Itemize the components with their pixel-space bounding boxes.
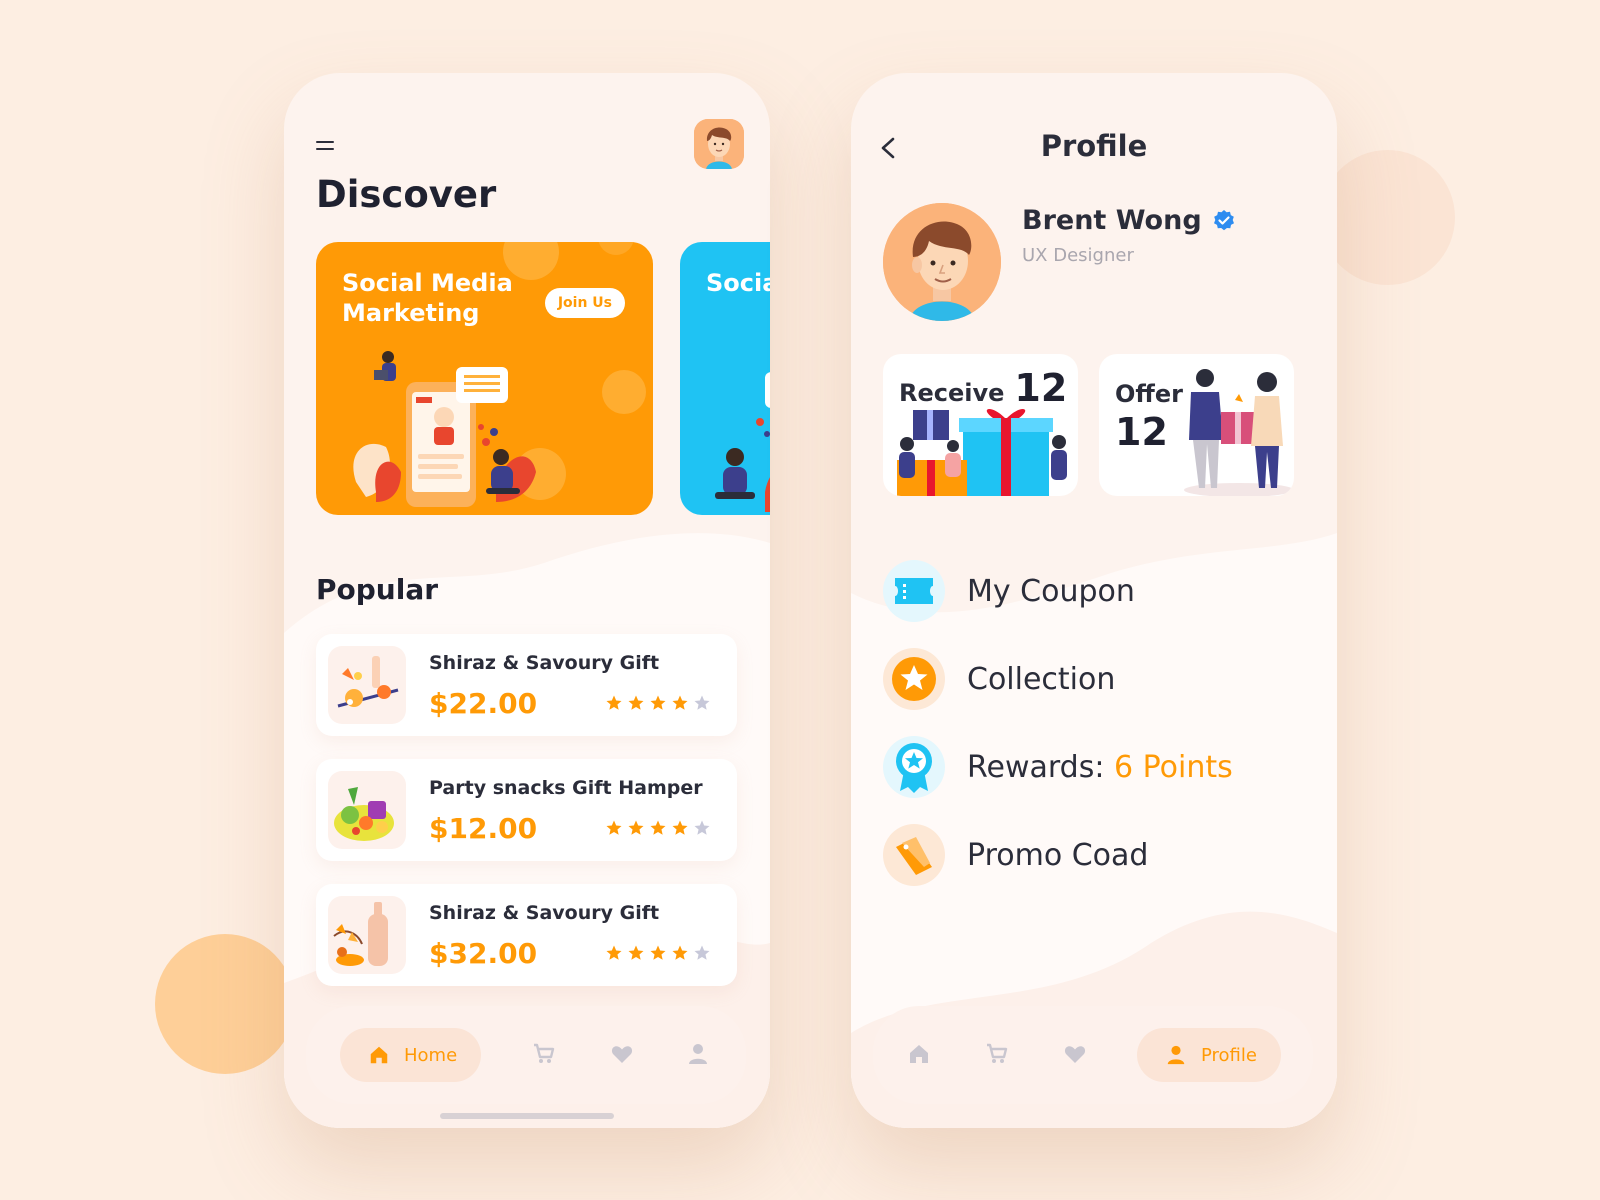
gift-offer-illustration [1184,369,1294,496]
decorative-circle-orange [155,934,295,1074]
decorative-circle-pink [1320,150,1455,285]
user-icon [1167,1045,1185,1065]
profile-screen: Profile Brent Wong UX Designer Receive 1… [851,73,1337,1128]
star-icon [672,820,688,835]
star-icon [650,695,666,710]
receive-stat-card[interactable]: Receive 12 [883,354,1078,496]
rating-stars [605,819,711,837]
rating-stars [605,944,711,962]
offer-value: 12 [1115,410,1168,454]
verified-badge-icon [1213,209,1234,230]
item-name: Shiraz & Savoury Gift [429,902,660,924]
menu-item-collection[interactable]: Collection [883,648,1115,710]
star-icon [606,820,622,835]
star-icon [694,945,710,960]
menu-item-rewards[interactable]: Rewards: 6 Points [883,736,1233,798]
menu-label-promo: Promo Coad [967,837,1149,873]
item-price: $12.00 [429,812,538,845]
rewards-points-value: 6 Points [1114,749,1233,785]
product-thumbnail [328,771,406,849]
list-item[interactable]: Shiraz & Savoury Gift $32.00 [316,884,737,986]
gift-receive-illustration [897,408,1067,496]
home-indicator [440,1113,614,1119]
banner-title: Social Media Marketing [706,269,770,297]
user-icon[interactable] [686,1042,710,1066]
rewards-label: Rewards: [967,749,1105,785]
coupon-icon [883,560,945,622]
hamburger-menu-icon[interactable] [316,139,338,153]
heart-icon[interactable] [1063,1042,1087,1066]
star-icon [672,945,688,960]
star-badge-icon [883,648,945,710]
profile-name: Brent Wong [1022,205,1236,236]
menu-label-coupon: My Coupon [967,573,1135,609]
item-name: Shiraz & Savoury Gift [429,652,660,674]
profile-role: UX Designer [1022,245,1134,266]
item-price: $32.00 [429,937,538,970]
menu-item-my-coupon[interactable]: My Coupon [883,560,1135,622]
offer-stat: Offer 12 [1115,380,1183,454]
rating-stars [605,694,711,712]
price-tag-icon [883,824,945,886]
offer-label: Offer [1115,380,1183,408]
list-item[interactable]: Party snacks Gift Hamper $12.00 [316,759,737,861]
nav-item-home[interactable]: Home [340,1028,482,1082]
section-title-popular: Popular [316,573,439,606]
menu-label-rewards: Rewards: 6 Points [967,750,1233,785]
page-title: Profile [1040,129,1148,163]
banner-card-orange[interactable]: Social Media Marketing Join Us [316,242,653,515]
bottom-nav: Profile [873,1006,1313,1104]
nav-item-profile[interactable]: Profile [1137,1028,1281,1082]
product-thumbnail [328,646,406,724]
star-icon [650,945,666,960]
cart-icon[interactable] [985,1042,1009,1066]
bottom-nav: Home [306,1006,746,1104]
nav-label-profile: Profile [1201,1044,1257,1066]
page-title: Discover [316,173,497,216]
offer-stat-card[interactable]: Offer 12 [1099,354,1294,496]
reward-ribbon-icon [883,736,945,798]
star-icon [628,820,644,835]
star-icon [606,695,622,710]
receive-label: Receive [899,379,1005,407]
heart-icon[interactable] [610,1042,634,1066]
avatar[interactable] [694,119,744,169]
menu-label-collection: Collection [967,661,1116,697]
item-price: $22.00 [429,687,538,720]
star-icon [628,945,644,960]
product-thumbnail [328,896,406,974]
home-icon [370,1046,388,1064]
social-media-illustration [353,351,536,507]
banner-card-blue[interactable]: Social Media Marketing [680,242,770,515]
star-icon [694,695,710,710]
star-icon [672,695,688,710]
banner-title: Social Media Marketing [342,269,513,327]
join-us-button[interactable]: Join Us [544,288,625,318]
list-item[interactable]: Shiraz & Savoury Gift $22.00 [316,634,737,736]
star-icon [606,945,622,960]
discover-screen: Discover Social Media Marketing Join Us [284,73,770,1128]
home-icon[interactable] [907,1042,931,1066]
cart-icon[interactable] [532,1042,556,1066]
star-icon [628,695,644,710]
item-name: Party snacks Gift Hamper [429,777,703,799]
menu-item-promo-code[interactable]: Promo Coad [883,824,1148,886]
profile-name-text: Brent Wong [1022,205,1202,236]
social-media-illustration [715,372,770,512]
star-icon [650,820,666,835]
nav-label-home: Home [404,1044,458,1066]
star-icon [694,820,710,835]
avatar[interactable] [883,203,1001,321]
